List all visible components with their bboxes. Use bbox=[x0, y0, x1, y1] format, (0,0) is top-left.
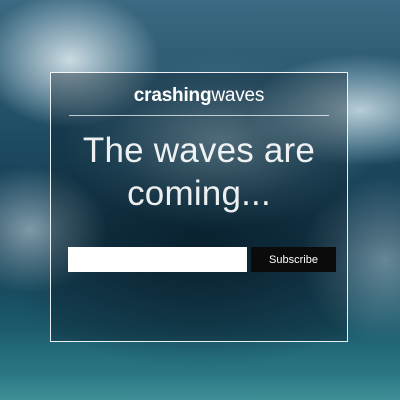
logo-light-text: waves bbox=[211, 85, 265, 106]
logo-divider bbox=[69, 115, 329, 116]
subscribe-button[interactable]: Subscribe bbox=[251, 247, 336, 272]
signup-panel: crashingwaves The waves are coming... Su… bbox=[50, 72, 348, 342]
hero-headline: The waves are coming... bbox=[51, 129, 347, 215]
subscribe-form: Subscribe bbox=[68, 247, 336, 272]
headline-line-2: coming... bbox=[127, 174, 271, 213]
headline-line-1: The waves are bbox=[82, 131, 316, 170]
brand-logo: crashingwaves bbox=[51, 85, 347, 107]
email-input[interactable] bbox=[68, 247, 247, 272]
logo-bold-text: crashing bbox=[133, 85, 212, 106]
